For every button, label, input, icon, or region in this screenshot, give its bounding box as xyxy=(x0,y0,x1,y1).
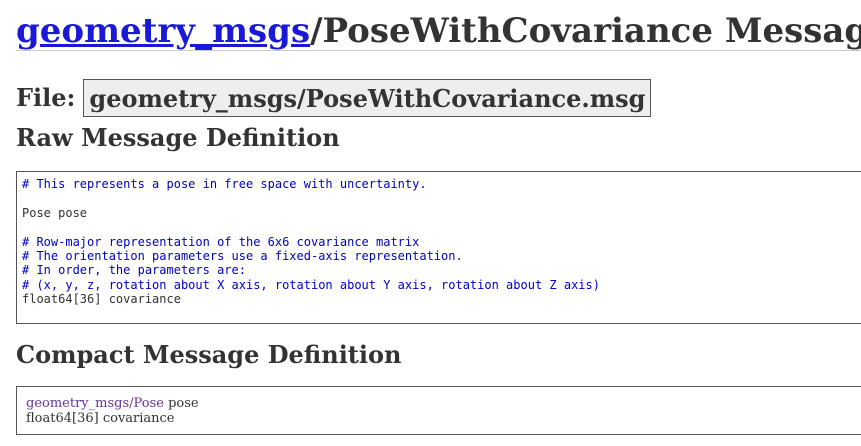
raw-comment-line: # Row-major representation of the 6x6 co… xyxy=(22,234,420,249)
raw-code-line: Pose pose xyxy=(22,205,88,220)
file-name-box: geometry_msgs/PoseWithCovariance.msg xyxy=(83,79,652,117)
raw-code-line: float64[36] covariance xyxy=(22,292,181,307)
compact-definition-box: geometry_msgs/Pose pose float64[36] cova… xyxy=(16,386,861,435)
compact-line-pose: geometry_msgs/Pose pose xyxy=(26,396,861,411)
page-title: geometry_msgs/PoseWithCovariance Message xyxy=(16,8,861,54)
raw-comment-line: # The orientation parameters use a fixed… xyxy=(22,248,463,263)
raw-definition-box: # This represents a pose in free space w… xyxy=(16,171,861,324)
raw-comment-line: # This represents a pose in free space w… xyxy=(22,177,427,191)
compact-line-covariance: float64[36] covariance xyxy=(26,411,175,426)
raw-code-line xyxy=(22,191,861,205)
compact-definition-heading: Compact Message Definition xyxy=(16,340,402,369)
pose-field-name: pose xyxy=(163,396,199,411)
pose-type-link[interactable]: geometry_msgs/Pose xyxy=(26,396,164,411)
title-message-name: /PoseWithCovariance Message xyxy=(310,11,861,51)
raw-comment-line: # In order, the parameters are: xyxy=(22,263,246,278)
file-label: File: xyxy=(16,83,76,112)
package-link[interactable]: geometry_msgs xyxy=(16,11,310,51)
raw-code-line xyxy=(22,220,861,234)
title-divider xyxy=(16,50,861,51)
raw-definition-heading: Raw Message Definition xyxy=(16,123,340,152)
file-heading: File: geometry_msgs/PoseWithCovariance.m… xyxy=(16,78,652,118)
raw-comment-line: # (x, y, z, rotation about X axis, rotat… xyxy=(22,277,600,292)
